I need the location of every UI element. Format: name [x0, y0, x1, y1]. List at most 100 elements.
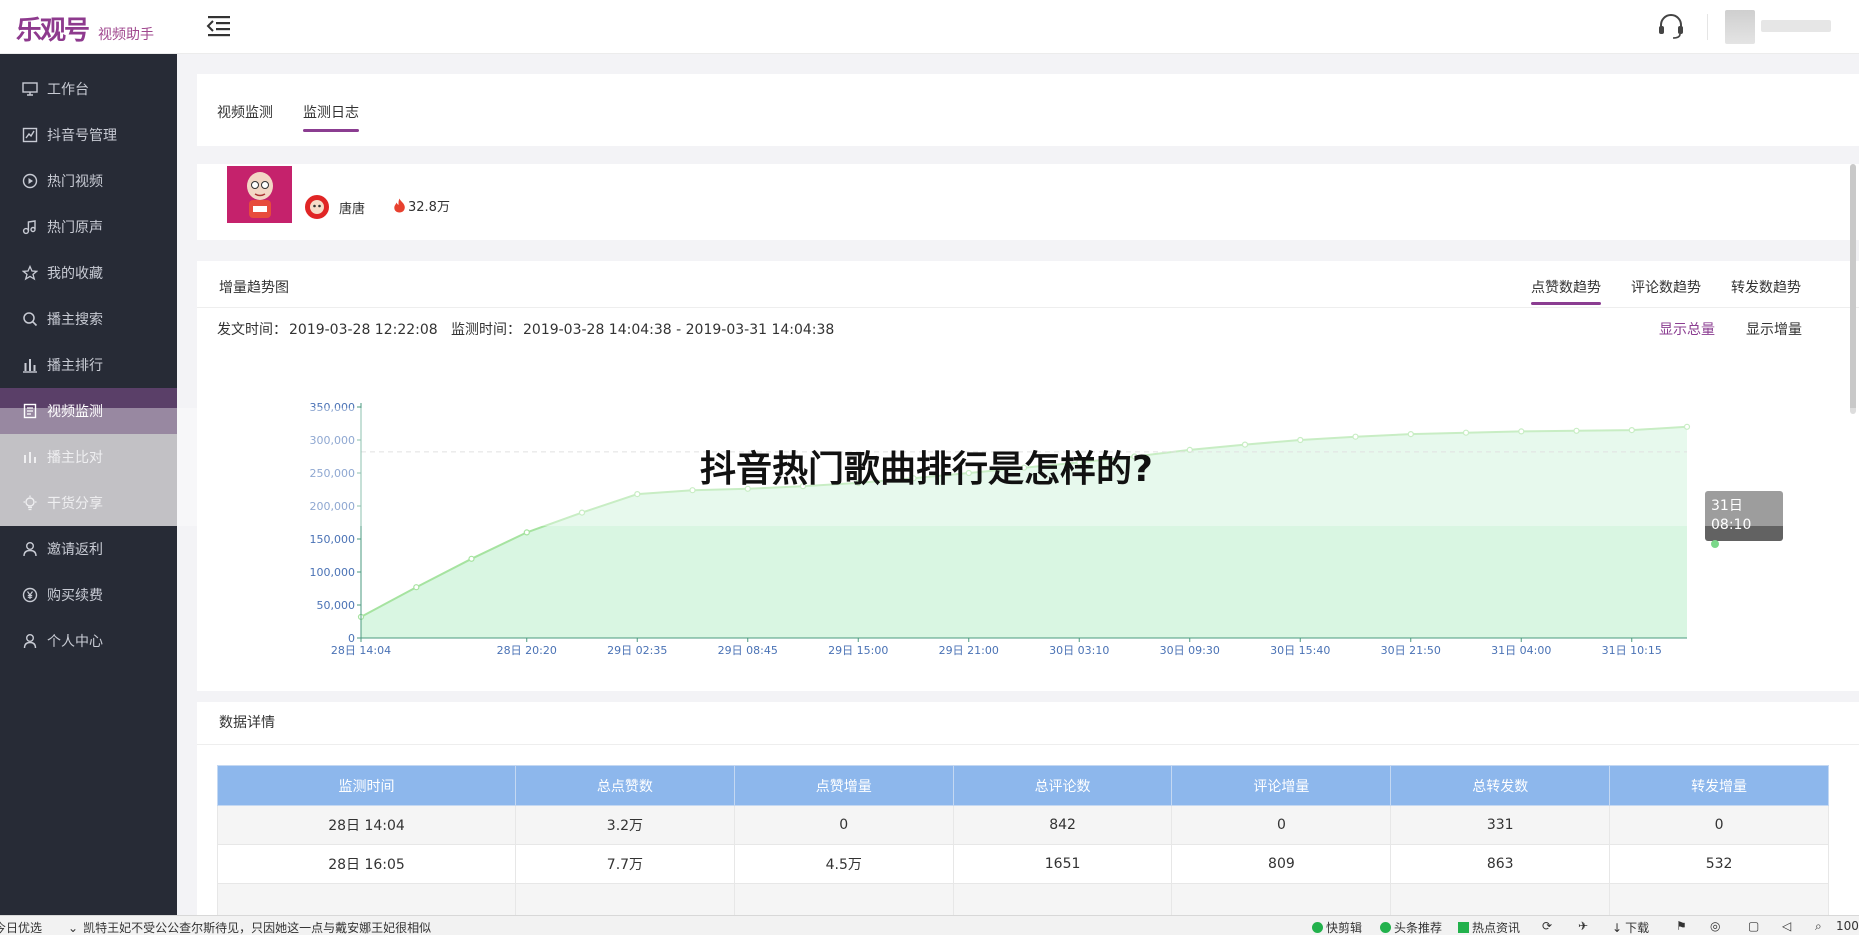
globe-icon[interactable]: ◎: [1710, 919, 1720, 933]
x-tick-label: 29日 08:45: [718, 644, 778, 657]
col-comment-increment[interactable]: 评论增量: [1171, 765, 1392, 806]
col-like-increment[interactable]: 点赞增量: [733, 765, 954, 806]
sidebar-item-purchase[interactable]: 购买续费: [0, 572, 177, 618]
taskbar-item-label: 头条推荐: [1394, 921, 1443, 935]
sidebar-item-label: 播主排行: [47, 358, 103, 374]
author-avatar[interactable]: [303, 193, 331, 221]
fire-icon: [394, 198, 405, 213]
sidebar-item-creator-search[interactable]: 播主搜索: [0, 296, 177, 342]
y-tick-label: 50,000: [317, 599, 356, 612]
y-tick-label: 100,000: [310, 566, 356, 579]
play-circle-icon: [22, 173, 38, 189]
fans-count: 32.8万: [393, 196, 450, 215]
news-ticker[interactable]: ⌄ 凯特王妃不受公公查尔斯待见，只因她这一点与戴安娜王妃很相似: [68, 919, 431, 935]
menu-fold-icon[interactable]: [206, 14, 232, 38]
sidebar-item-profile[interactable]: 个人中心: [0, 618, 177, 664]
chevron-down-icon: ⌄: [68, 920, 79, 935]
user-account[interactable]: [1707, 10, 1831, 44]
details-title: 数据详情: [219, 715, 275, 731]
x-tick-label: 28日 20:20: [497, 644, 557, 657]
author-nickname: 唐唐: [339, 202, 366, 217]
x-tick-label: 28日 14:04: [331, 644, 391, 657]
speaker-icon[interactable]: ◁: [1782, 919, 1791, 933]
taskbar-quick-edit[interactable]: 快剪辑: [1312, 919, 1362, 935]
table-cell: 842: [952, 805, 1173, 845]
data-point: [468, 555, 475, 562]
sidebar-item-label: 购买续费: [47, 588, 103, 604]
overlay-article-title: 抖音热门歌曲排行是怎样的?: [700, 449, 1153, 490]
col-total-shares[interactable]: 总转发数: [1390, 765, 1611, 806]
refresh-icon[interactable]: ⟳: [1542, 919, 1552, 933]
sidebar-item-workbench[interactable]: 工作台: [0, 66, 177, 112]
sidebar-item-creator-ranking[interactable]: 播主排行: [0, 342, 177, 388]
table-cell: 4.5万: [733, 844, 954, 884]
x-tick-label: 30日 15:40: [1270, 644, 1330, 657]
app-logo[interactable]: 乐观号 视频助手: [16, 10, 154, 47]
browser-status-bar: 今日优选 ⌄ 凯特王妃不受公公查尔斯待见，只因她这一点与戴安娜王妃很相似 快剪辑…: [0, 915, 1859, 935]
headset-icon[interactable]: [1656, 11, 1686, 41]
user-avatar: [1725, 10, 1755, 44]
col-share-increment[interactable]: 转发增量: [1609, 765, 1829, 806]
table-cell: 532: [1609, 844, 1829, 884]
table-cell: 0: [733, 805, 954, 845]
table-cell: 809: [1171, 844, 1392, 884]
today-picks[interactable]: 今日优选: [0, 919, 42, 935]
play-icon: [1380, 922, 1391, 933]
table-cell: 0: [1171, 805, 1392, 845]
table-cell: 0: [1609, 805, 1829, 845]
sidebar-item-account-manage[interactable]: 抖音号管理: [0, 112, 177, 158]
news-icon: [1458, 922, 1469, 933]
x-tick-label: 30日 21:50: [1381, 644, 1441, 657]
taskbar-item-label: 下载: [1625, 921, 1650, 935]
pin-icon[interactable]: ✈: [1578, 919, 1588, 933]
taskbar-item-label: 热点资讯: [1472, 921, 1521, 935]
table-cell: 331: [1390, 805, 1611, 845]
flag-icon[interactable]: ⚑: [1676, 919, 1687, 933]
data-point: [523, 529, 530, 536]
sidebar-item-hot-sounds[interactable]: 热门原声: [0, 204, 177, 250]
x-tick-label: 31日 10:15: [1602, 644, 1662, 657]
tooltip-value-row: 313,459: [1711, 535, 1777, 573]
table-row: 28日 16:05 7.7万 4.5万 1651 809 863 532: [217, 844, 1829, 884]
fans-value: 32.8万: [408, 200, 450, 215]
sidebar-item-label: 工作台: [47, 82, 89, 98]
sidebar-item-invite-rebate[interactable]: 邀请返利: [0, 526, 177, 572]
person-icon: [23, 634, 37, 649]
news-headline: 凯特王妃不受公公查尔斯待见，只因她这一点与戴安娜王妃很相似: [83, 921, 432, 935]
window-icon[interactable]: ▢: [1748, 919, 1759, 933]
video-thumbnail[interactable]: [227, 166, 292, 223]
y-tick-label: 150,000: [310, 533, 356, 546]
sidebar-item-favorites[interactable]: 我的收藏: [0, 250, 177, 296]
table-row: 28日 14:04 3.2万 0 842 0 331 0: [217, 805, 1829, 845]
x-tick-label: 31日 04:00: [1491, 644, 1551, 657]
x-tick-label: 30日 03:10: [1049, 644, 1109, 657]
x-tick-label: 29日 02:35: [607, 644, 667, 657]
play-icon: [1312, 922, 1323, 933]
zoom-icon[interactable]: ⌕: [1815, 919, 1822, 934]
chart-icon: [22, 127, 38, 143]
col-total-likes[interactable]: 总点赞数: [515, 765, 735, 806]
music-icon: [22, 220, 36, 235]
sidebar-item-label: 热门原声: [47, 220, 103, 236]
table-cell: 28日 14:04: [217, 805, 516, 845]
tab-video-monitor[interactable]: 视频监测: [217, 102, 273, 122]
taskbar-item-label: 快剪辑: [1326, 921, 1363, 935]
yen-icon: [22, 587, 38, 603]
col-total-comments[interactable]: 总评论数: [952, 765, 1173, 806]
x-tick-label: 30日 09:30: [1160, 644, 1220, 657]
data-details-card: 数据详情 监测时间 总点赞数 点赞增量 总评论数 评论增量 总转发数 转发增量 …: [197, 702, 1859, 923]
tab-monitor-log[interactable]: 监测日志: [303, 102, 359, 132]
table-cell: 3.2万: [515, 805, 735, 845]
page-scrollbar[interactable]: [1850, 164, 1856, 414]
table-cell: 1651: [952, 844, 1173, 884]
table-cell: 28日 16:05: [217, 844, 516, 884]
taskbar-hot-news[interactable]: 热点资讯: [1458, 919, 1520, 935]
sidebar-item-label: 邀请返利: [47, 542, 103, 558]
sidebar-item-hot-videos[interactable]: 热门视频: [0, 158, 177, 204]
col-monitor-time[interactable]: 监测时间: [217, 765, 516, 806]
download-icon: ↓: [1612, 920, 1623, 935]
x-tick-label: 29日 15:00: [828, 644, 888, 657]
taskbar-download[interactable]: ↓ 下载: [1612, 919, 1649, 935]
logo-mark: 乐观号: [16, 16, 90, 46]
taskbar-headline[interactable]: 头条推荐: [1380, 919, 1442, 935]
